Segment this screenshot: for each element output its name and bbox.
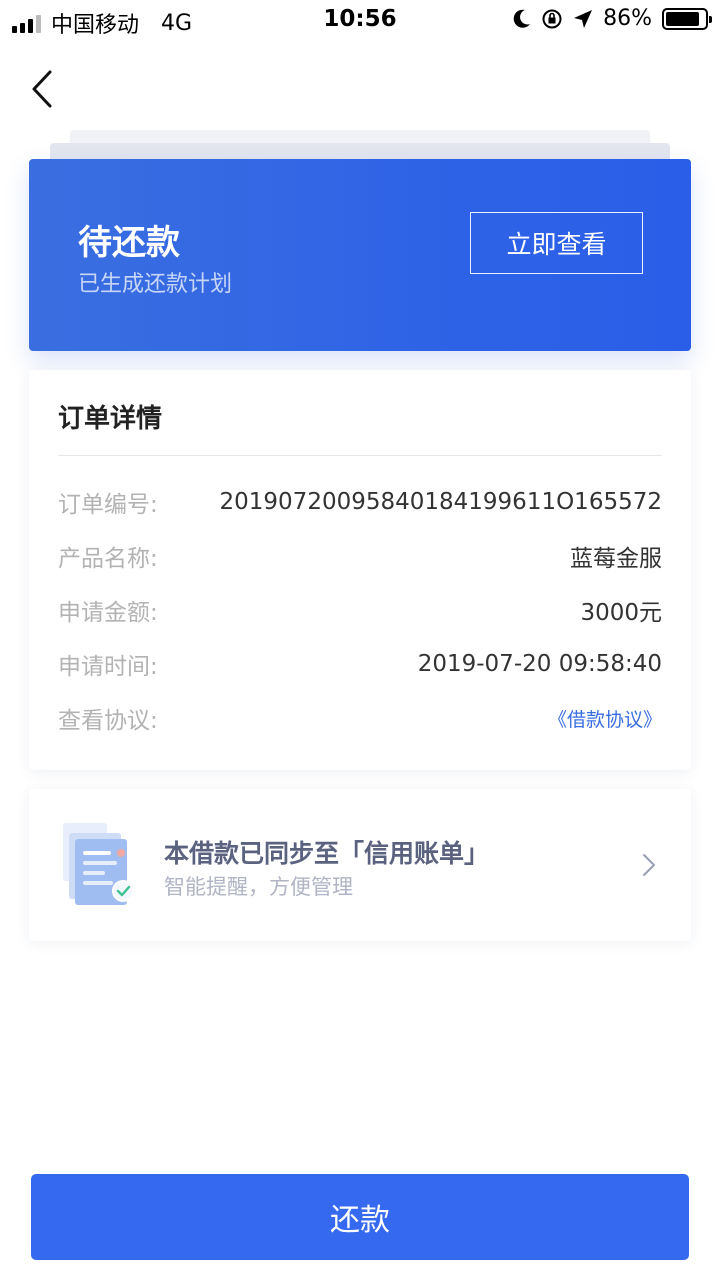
battery-percent: 86% (603, 6, 652, 31)
order-detail-card: 订单详情 订单编号: 20190720095840184199611O16557… (29, 370, 691, 770)
status-title: 待还款 (78, 223, 180, 263)
status-bar: 中国移动 4G 10:56 86% (0, 0, 720, 40)
loan-agreement-link[interactable]: 《借款协议》 (548, 705, 662, 732)
back-arrow-icon (32, 70, 52, 108)
sync-subtitle: 智能提醒，方便管理 (164, 875, 353, 899)
product-name-value: 蓝莓金服 (570, 546, 662, 572)
location-arrow-icon (574, 9, 593, 28)
bill-document-icon (63, 823, 134, 905)
order-number-row: 订单编号: 20190720095840184199611O165572 (58, 484, 662, 520)
repay-button[interactable]: 还款 (31, 1174, 689, 1260)
divider (58, 455, 662, 456)
moon-icon (513, 9, 531, 28)
amount-label: 申请金额: (58, 600, 158, 626)
product-name-row: 产品名称: 蓝莓金服 (58, 538, 662, 574)
amount-row: 申请金额: 3000元 (58, 592, 662, 628)
sync-title: 本借款已同步至「信用账单」 (164, 839, 490, 868)
order-number-label: 订单编号: (58, 492, 158, 518)
rotation-lock-icon (542, 9, 562, 28)
detail-title: 订单详情 (58, 404, 163, 434)
credit-bill-sync-card[interactable]: 本借款已同步至「信用账单」 智能提醒，方便管理 (29, 789, 691, 941)
chevron-right-icon (643, 854, 655, 876)
agreement-label: 查看协议: (58, 708, 158, 734)
battery-icon (662, 7, 712, 30)
apply-time-row: 申请时间: 2019-07-20 09:58:40 (58, 646, 662, 682)
repayment-status-card: 待还款 已生成还款计划 立即查看 (29, 159, 691, 351)
view-now-button[interactable]: 立即查看 (470, 212, 643, 274)
status-subtitle: 已生成还款计划 (78, 272, 233, 297)
amount-value: 3000元 (580, 600, 662, 626)
status-right: 86% (513, 6, 712, 31)
agreement-row: 查看协议: 《借款协议》 (58, 700, 662, 736)
loan-detail-page: 中国移动 4G 10:56 86% 待还款 已生成还款计划 立即查看 订单详情 … (0, 0, 720, 1280)
apply-time-label: 申请时间: (58, 654, 158, 680)
back-button[interactable] (26, 66, 66, 112)
apply-time-value: 2019-07-20 09:58:40 (417, 651, 662, 677)
product-name-label: 产品名称: (58, 546, 158, 572)
order-number-value: 20190720095840184199611O165572 (219, 489, 662, 515)
